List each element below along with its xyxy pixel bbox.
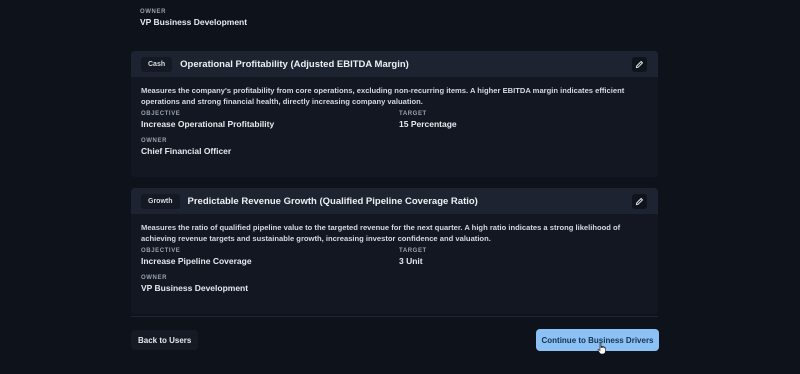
target-value: 15 Percentage bbox=[399, 119, 457, 129]
target-label: TARGET bbox=[399, 248, 427, 254]
card-title: Predictable Revenue Growth (Qualified Pi… bbox=[187, 195, 478, 207]
pointer-cursor-icon bbox=[597, 342, 606, 355]
target-value: 3 Unit bbox=[399, 256, 423, 266]
owner-label: OWNER bbox=[141, 275, 167, 281]
card-fields: OBJECTIVE Increase Operational Profitabi… bbox=[141, 111, 649, 165]
owner-field: OWNER VP Business Development bbox=[141, 275, 399, 293]
card-title: Operational Profitability (Adjusted EBIT… bbox=[180, 58, 409, 70]
previous-card-owner: OWNER VP Business Development bbox=[140, 9, 247, 27]
objective-field: OBJECTIVE Increase Pipeline Coverage bbox=[141, 248, 399, 266]
target-field: TARGET 3 Unit bbox=[399, 248, 649, 266]
page: OWNER VP Business Development Cash Opera… bbox=[0, 0, 800, 374]
edit-button[interactable] bbox=[632, 194, 647, 209]
card-fields: OBJECTIVE Increase Pipeline Coverage TAR… bbox=[141, 248, 649, 302]
objective-label: OBJECTIVE bbox=[141, 111, 181, 117]
card-header: Growth Predictable Revenue Growth (Quali… bbox=[131, 188, 658, 214]
footer-divider bbox=[131, 316, 658, 317]
card-description: Measures the ratio of qualified pipeline… bbox=[141, 223, 621, 243]
card-body: Measures the company's profitability fro… bbox=[131, 77, 658, 171]
objective-label: OBJECTIVE bbox=[141, 248, 181, 254]
category-tag: Growth bbox=[141, 193, 180, 209]
kpi-card-cash: Cash Operational Profitability (Adjusted… bbox=[131, 51, 658, 177]
owner-label: OWNER bbox=[141, 138, 167, 144]
target-label: TARGET bbox=[399, 111, 427, 117]
owner-label: OWNER bbox=[140, 9, 166, 15]
owner-value: Chief Financial Officer bbox=[141, 146, 232, 156]
objective-value: Increase Operational Profitability bbox=[141, 119, 275, 129]
owner-value: VP Business Development bbox=[140, 17, 248, 27]
card-description: Measures the company's profitability fro… bbox=[141, 86, 625, 106]
back-to-users-button[interactable]: Back to Users bbox=[131, 330, 199, 350]
edit-button[interactable] bbox=[632, 57, 647, 72]
card-body: Measures the ratio of qualified pipeline… bbox=[131, 214, 658, 308]
kpi-card-growth: Growth Predictable Revenue Growth (Quali… bbox=[131, 188, 658, 314]
owner-field: OWNER Chief Financial Officer bbox=[141, 138, 399, 156]
owner-value: VP Business Development bbox=[141, 283, 249, 293]
pencil-icon bbox=[635, 198, 643, 206]
target-field: TARGET 15 Percentage bbox=[399, 111, 649, 129]
category-tag: Cash bbox=[141, 56, 173, 72]
objective-value: Increase Pipeline Coverage bbox=[141, 256, 252, 266]
objective-field: OBJECTIVE Increase Operational Profitabi… bbox=[141, 111, 399, 129]
card-header: Cash Operational Profitability (Adjusted… bbox=[131, 51, 658, 77]
pencil-icon bbox=[635, 61, 643, 69]
